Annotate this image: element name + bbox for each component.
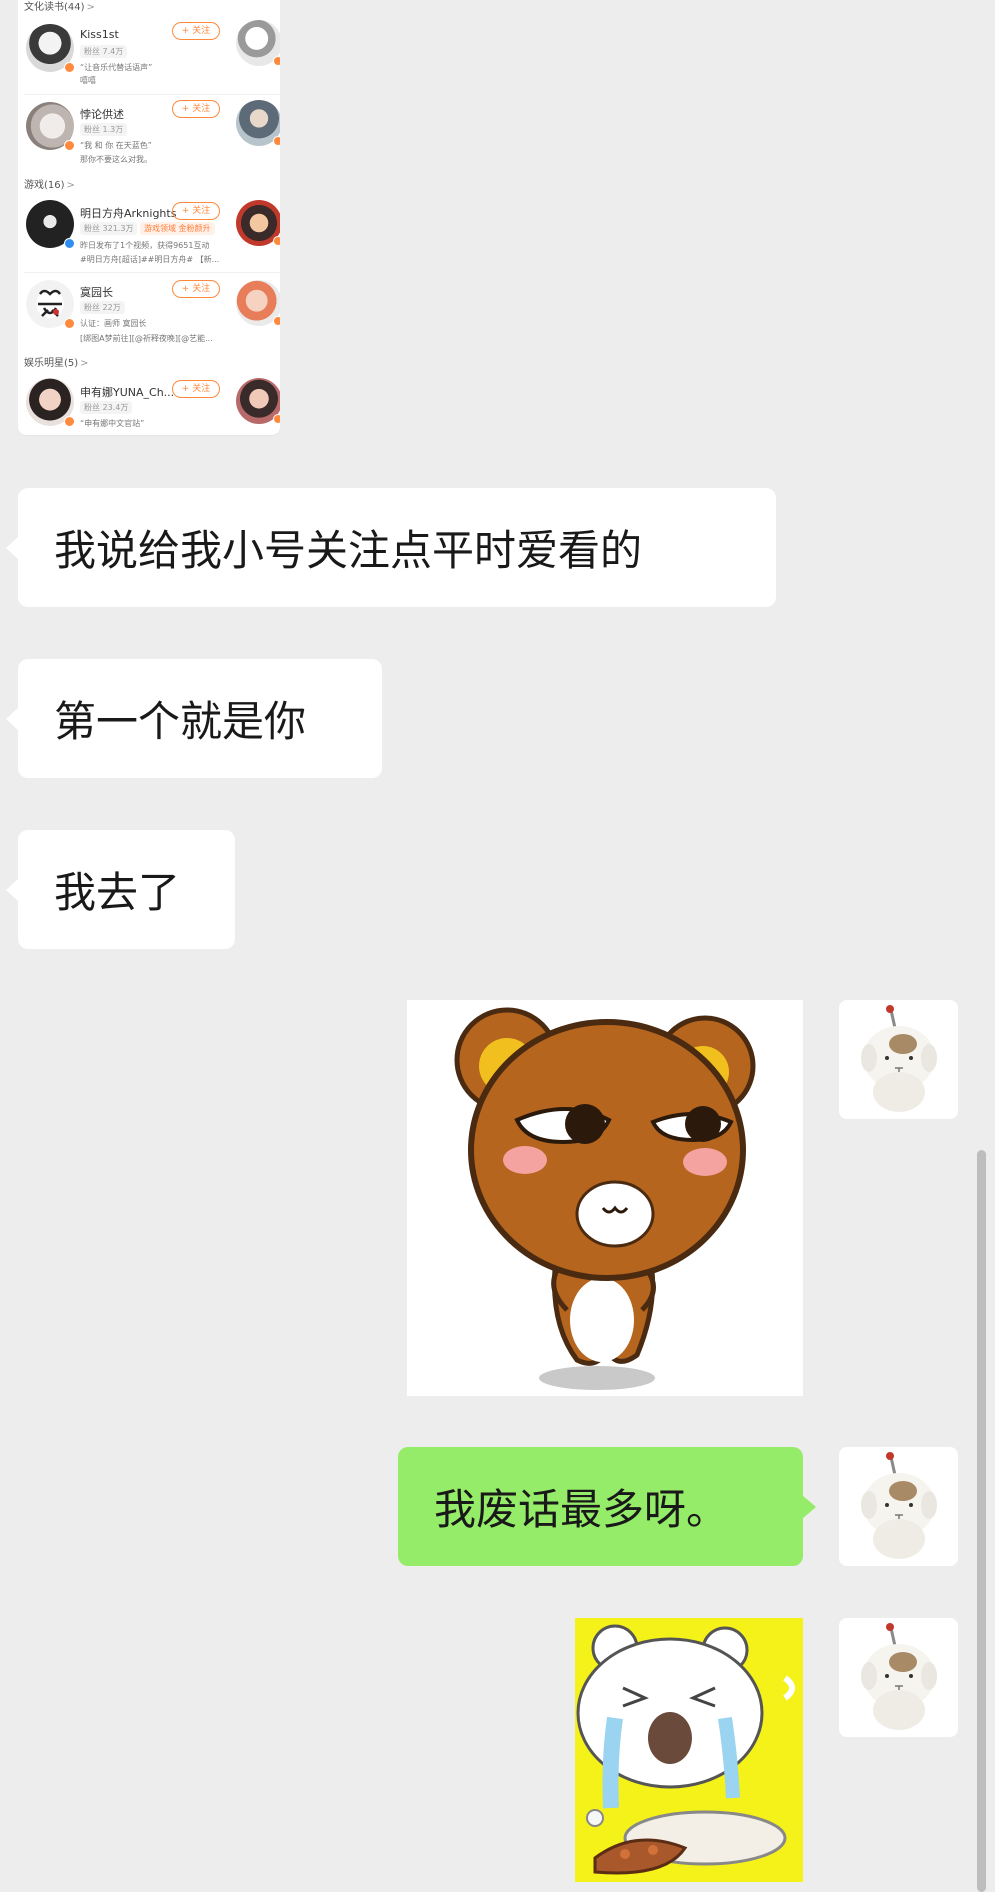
follow-button[interactable]: + 关注 xyxy=(172,380,220,398)
follow-button[interactable]: + 关注 xyxy=(172,100,220,118)
fans-count: 粉丝 23.4万 xyxy=(80,401,133,414)
recommended-avatar xyxy=(236,20,280,66)
section-label-games: 游戏(16) > xyxy=(24,180,75,191)
shared-screenshot-image[interactable]: 文化读书(44) > Kiss1st 粉丝 7.4万 “让音乐代替话语声” 嘻嘻 … xyxy=(18,0,280,435)
recommended-avatar xyxy=(236,378,280,424)
divider xyxy=(24,272,280,273)
user-desc: 认证：画师 寞园长 xyxy=(80,319,147,328)
brown-bear-sticker[interactable] xyxy=(407,1000,803,1396)
self-avatar[interactable] xyxy=(839,1000,958,1119)
user-name: Kiss1st xyxy=(80,28,119,41)
follow-button[interactable]: + 关注 xyxy=(172,22,220,40)
message-bubble-incoming[interactable]: 我说给我小号关注点平时爱看的 xyxy=(6,488,776,607)
user-avatar-yuna xyxy=(26,378,75,427)
user-desc: 那你不要这么对我。 xyxy=(80,155,152,164)
fans-count: 粉丝 22万 xyxy=(80,301,125,314)
scrollbar[interactable] xyxy=(977,1150,986,1892)
message-text: 我废话最多呀。 xyxy=(434,1485,729,1534)
user-desc: “我 和 你 在天蓝色” xyxy=(80,141,152,150)
message-text: 第一个就是你 xyxy=(54,697,307,746)
user-desc: #明日方舟[超话]##明日方舟# 【新... xyxy=(80,255,220,264)
recommended-avatar xyxy=(236,200,280,246)
sheep-plush-icon xyxy=(861,1623,937,1730)
user-name: 明日方舟Arknights xyxy=(80,207,177,220)
crying-bear-illustration xyxy=(576,1624,795,1875)
user-name: 悖论供述 xyxy=(80,108,124,121)
user-avatar-paradox xyxy=(26,102,75,151)
recommended-avatar xyxy=(236,280,280,326)
user-desc: 昨日发布了1个视频，获得9651互动 xyxy=(80,241,210,250)
sheep-plush-icon xyxy=(861,1005,937,1112)
follow-button[interactable]: + 关注 xyxy=(172,280,220,298)
user-avatar-park-keeper xyxy=(26,280,75,329)
user-desc: [绑图A梦前往][@祈释夜晚][@艺能... xyxy=(80,334,213,343)
crying-bear-sticker[interactable] xyxy=(575,1618,803,1882)
user-avatar-kiss1st xyxy=(26,24,75,73)
message-text: 我说给我小号关注点平时爱看的 xyxy=(54,526,643,575)
divider xyxy=(24,94,280,95)
user-desc: “让音乐代替话语声” xyxy=(80,63,153,72)
user-name: 申有娜YUNA_Ch... xyxy=(80,386,175,399)
badge-tag: 游戏领域 金粉颜升 xyxy=(140,222,215,235)
section-label-culture: 文化读书(44) > xyxy=(24,2,95,13)
user-desc: “申有娜中文官站” xyxy=(80,419,145,428)
message-text: 我去了 xyxy=(54,868,181,917)
message-bubble-incoming[interactable]: 第一个就是你 xyxy=(6,659,382,778)
bear-illustration xyxy=(454,1007,756,1390)
follow-button[interactable]: + 关注 xyxy=(172,202,220,220)
user-desc: 嘻嘻 xyxy=(80,76,96,85)
recommended-avatar xyxy=(236,100,280,146)
fans-count: 粉丝 1.3万 xyxy=(80,123,128,136)
sheep-plush-icon xyxy=(861,1452,937,1559)
user-name: 寞园长 xyxy=(80,286,113,299)
self-avatar[interactable] xyxy=(839,1618,958,1737)
message-bubble-incoming[interactable]: 我去了 xyxy=(6,830,235,949)
self-avatar[interactable] xyxy=(839,1447,958,1566)
user-avatar-arknights xyxy=(26,200,75,249)
fans-count: 粉丝 321.3万 xyxy=(80,222,138,235)
section-label-celebrities: 娱乐明星(5) > xyxy=(24,358,89,369)
fans-count: 粉丝 7.4万 xyxy=(80,45,128,58)
message-bubble-outgoing[interactable]: 我废话最多呀。 xyxy=(398,1447,816,1566)
